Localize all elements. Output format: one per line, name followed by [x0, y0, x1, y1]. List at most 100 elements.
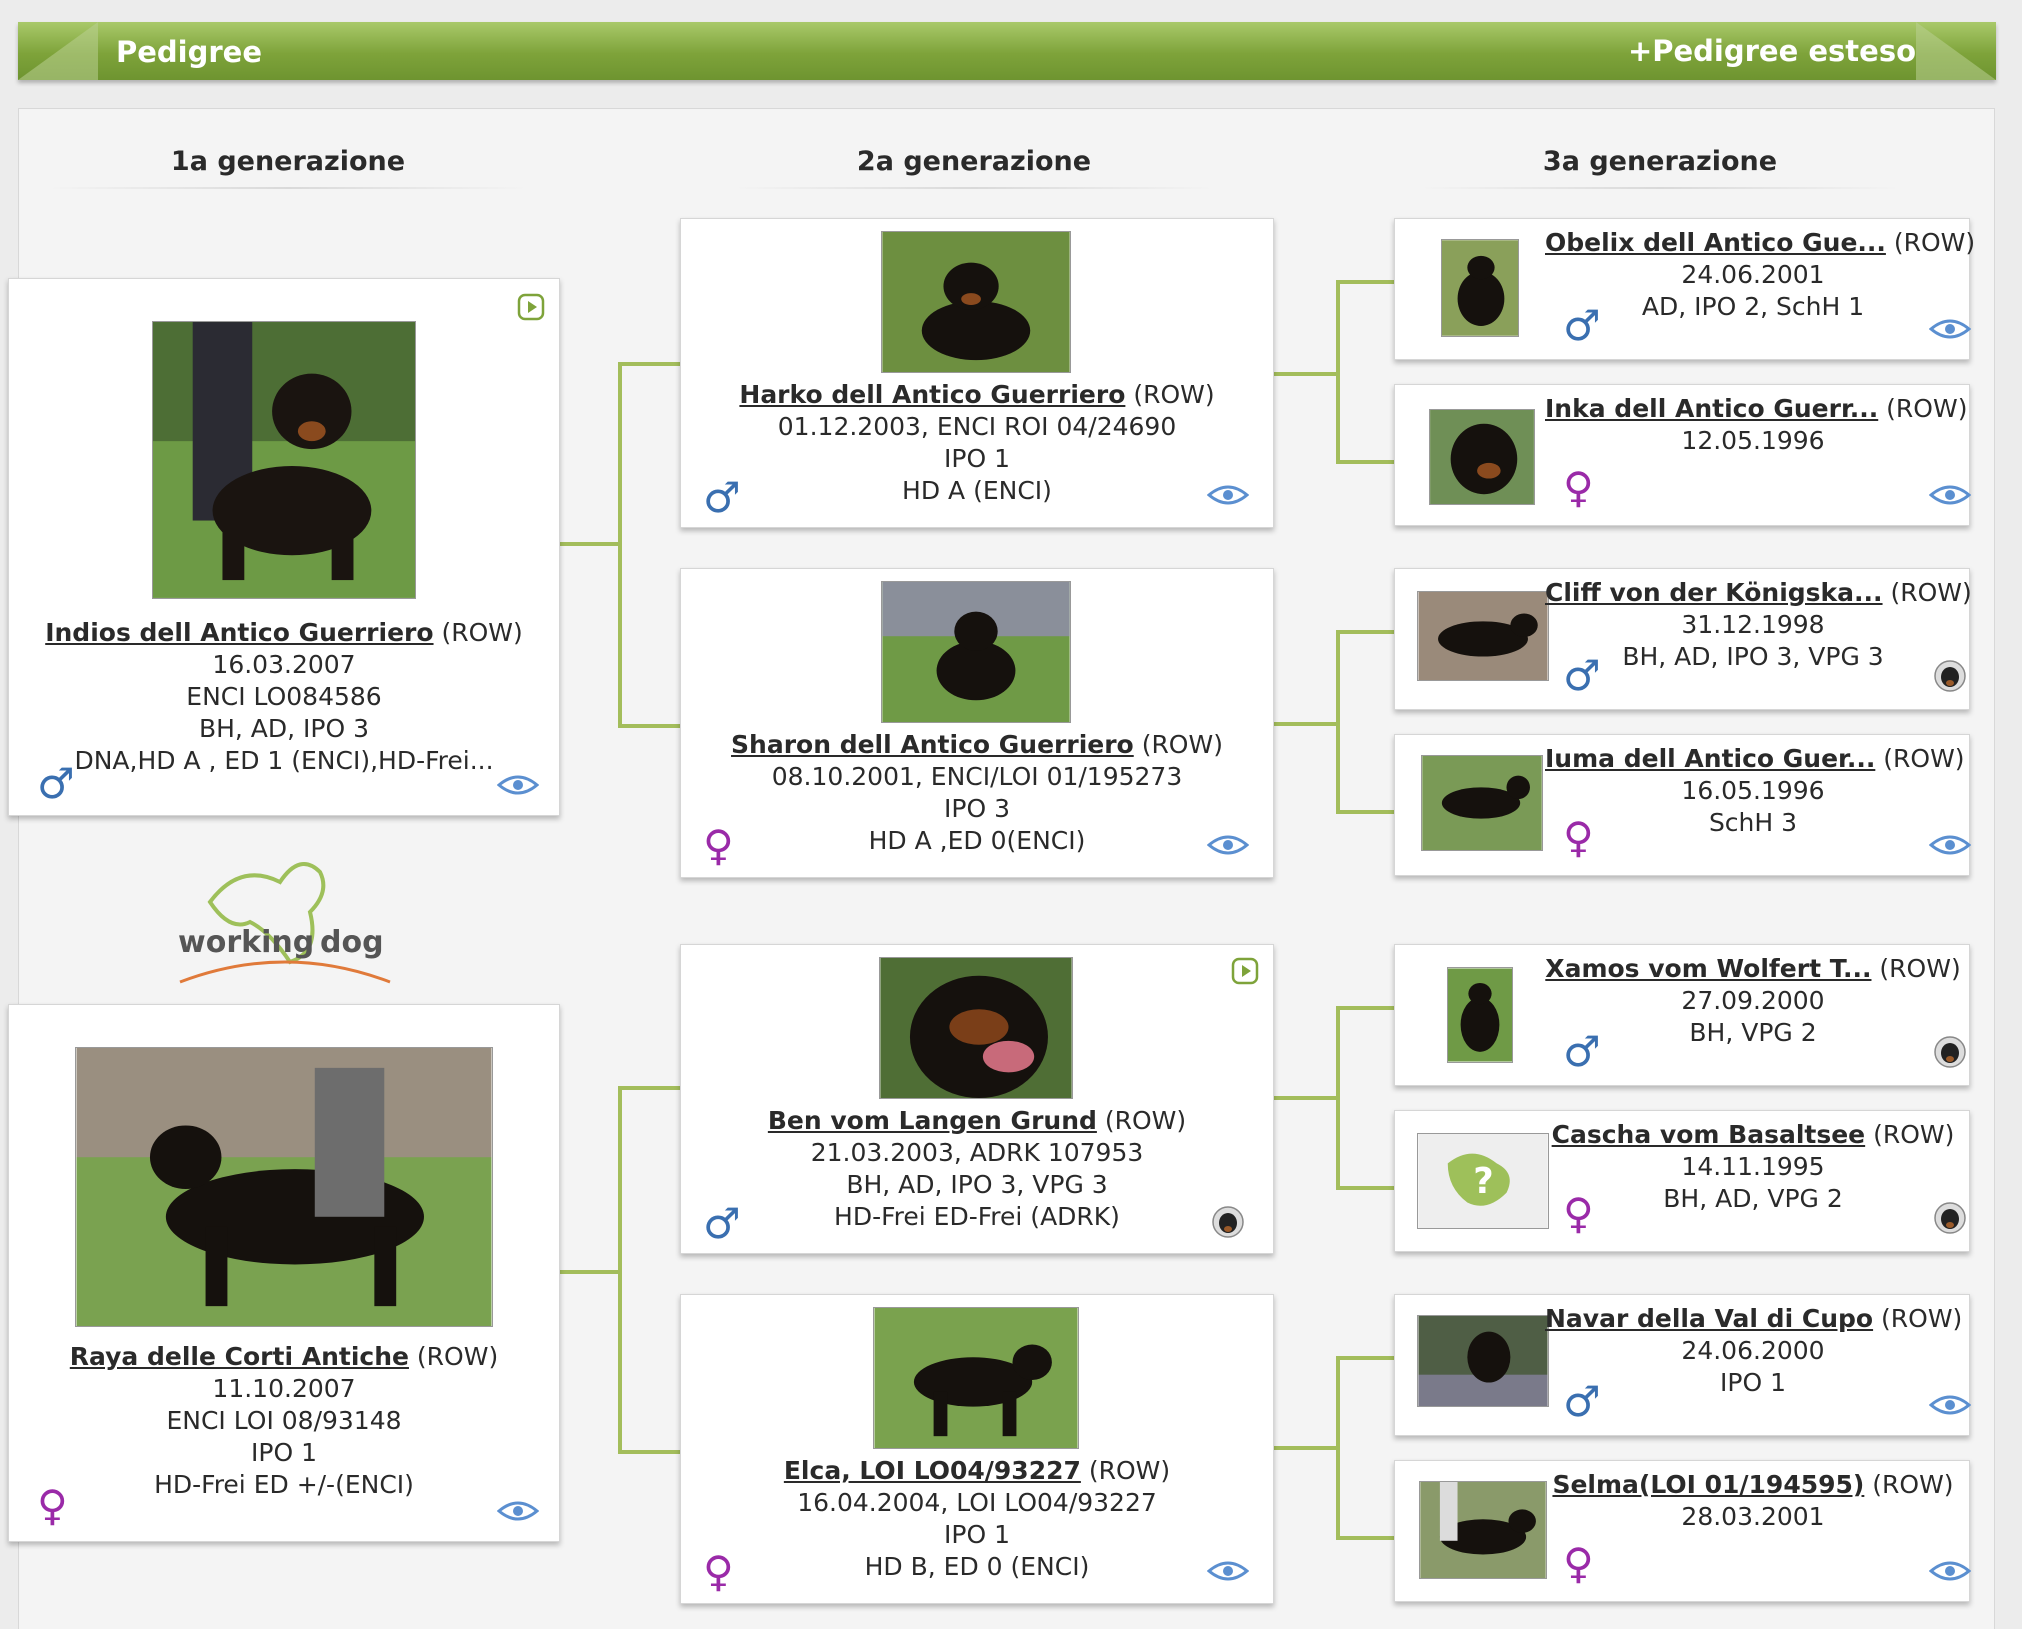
connector — [1336, 460, 1394, 464]
connector — [618, 1086, 680, 1090]
eye-icon[interactable] — [1929, 1393, 1971, 1417]
dog-name-link[interactable]: Xamos vom Wolfert T... — [1545, 954, 1871, 983]
female-icon: ♀ — [1563, 813, 1594, 862]
dog-info: Cliff von der Königska... (ROW) 31.12.19… — [1545, 578, 1972, 671]
dog-photo[interactable] — [1441, 239, 1519, 337]
dog-info: Xamos vom Wolfert T... (ROW) 27.09.2000 … — [1545, 954, 1961, 1047]
eye-icon[interactable] — [1929, 483, 1971, 507]
dog-photo[interactable] — [1417, 591, 1549, 681]
dog-card-gen3-5[interactable]: Xamos vom Wolfert T... (ROW) 27.09.2000 … — [1394, 944, 1970, 1086]
extended-pedigree-link[interactable]: +Pedigree esteso — [1628, 34, 1916, 68]
dog-name-link[interactable]: Sharon dell Antico Guerriero — [731, 730, 1134, 759]
dog-name-link[interactable]: Navar della Val di Cupo — [1545, 1304, 1873, 1333]
dog-name-link[interactable]: Elca, LOI LO04/93227 — [784, 1456, 1081, 1485]
connector — [1336, 1356, 1340, 1540]
dog-card-gen3-4[interactable]: Iuma dell Antico Guer... (ROW) 16.05.199… — [1394, 734, 1971, 876]
connector — [618, 724, 680, 728]
header-fold-left — [18, 22, 98, 80]
male-icon: ♂ — [1563, 1027, 1601, 1076]
connector — [1274, 1096, 1340, 1100]
eye-icon[interactable] — [497, 1499, 539, 1523]
female-icon: ♀ — [37, 1481, 68, 1530]
gen1-title: 1a generazione — [28, 146, 548, 189]
dog-photo[interactable] — [1417, 1315, 1549, 1407]
connector — [1336, 1536, 1394, 1540]
dog-card-gen2-3[interactable]: Ben vom Langen Grund (ROW) 21.03.2003, A… — [680, 944, 1274, 1254]
eye-icon[interactable] — [1207, 833, 1249, 857]
dog-info: Selma(LOI 01/194595) (ROW) 28.03.2001 — [1552, 1470, 1954, 1531]
eye-icon[interactable] — [1207, 483, 1249, 507]
dog-info: Raya delle Corti Antiche (ROW) 11.10.200… — [69, 1342, 499, 1499]
connector — [1336, 280, 1394, 284]
dog-card-gen1-sire[interactable]: Indios dell Antico Guerriero (ROW) 16.03… — [8, 278, 560, 816]
dog-photo[interactable] — [1419, 1481, 1547, 1579]
connector — [618, 1450, 680, 1454]
eye-icon[interactable] — [497, 773, 539, 797]
dog-photo[interactable] — [1447, 967, 1513, 1063]
dog-name-link[interactable]: Indios dell Antico Guerriero — [45, 618, 433, 647]
dog-photo[interactable] — [1421, 755, 1543, 851]
dog-photo[interactable] — [879, 957, 1073, 1099]
dog-name-link[interactable]: Raya delle Corti Antiche — [70, 1342, 409, 1371]
eye-icon[interactable] — [1929, 317, 1971, 341]
dog-info: Inka dell Antico Guerr... (ROW) 12.05.19… — [1545, 394, 1968, 455]
svg-text:dog: dog — [320, 925, 384, 960]
female-icon: ♀ — [1563, 1539, 1594, 1588]
dog-card-gen2-4[interactable]: Elca, LOI LO04/93227 (ROW) 16.04.2004, L… — [680, 1294, 1274, 1604]
dog-name-link[interactable]: Ben vom Langen Grund — [768, 1106, 1097, 1135]
dog-info: Harko dell Antico Guerriero (ROW) 01.12.… — [739, 380, 1215, 505]
dog-name-link[interactable]: Harko dell Antico Guerriero — [739, 380, 1125, 409]
connector — [1274, 372, 1340, 376]
dog-photo[interactable] — [881, 581, 1071, 723]
eye-icon[interactable] — [1929, 833, 1971, 857]
dog-info: Cascha vom Basaltsee (ROW) 14.11.1995 BH… — [1551, 1120, 1955, 1213]
dog-name-link[interactable]: Inka dell Antico Guerr... — [1545, 394, 1878, 423]
dog-card-gen1-dam[interactable]: Raya delle Corti Antiche (ROW) 11.10.200… — [8, 1004, 560, 1542]
dog-photo[interactable] — [75, 1047, 493, 1327]
rottweiler-icon[interactable] — [1933, 1035, 1967, 1069]
connector — [1274, 1446, 1340, 1450]
connector — [1336, 630, 1340, 814]
eye-icon[interactable] — [1207, 1559, 1249, 1583]
dog-photo[interactable] — [881, 231, 1071, 373]
dog-info: Iuma dell Antico Guer... (ROW) 16.05.199… — [1545, 744, 1965, 837]
male-icon: ♂ — [1563, 1377, 1601, 1426]
dog-card-gen3-1[interactable]: Obelix dell Antico Gue... (ROW) 24.06.20… — [1394, 218, 1976, 360]
svg-text:working: working — [178, 925, 314, 960]
female-icon: ♀ — [1563, 1189, 1594, 1238]
dog-card-gen2-1[interactable]: Harko dell Antico Guerriero (ROW) 01.12.… — [680, 218, 1274, 528]
dog-card-gen3-6[interactable]: ? Cascha vom Basaltsee (ROW) 14.11.1995 … — [1394, 1110, 1970, 1252]
dog-photo[interactable] — [1429, 409, 1535, 505]
rottweiler-icon[interactable] — [1933, 1201, 1967, 1235]
rottweiler-icon[interactable] — [1211, 1205, 1245, 1239]
dog-name-link[interactable]: Cliff von der Königska... — [1545, 578, 1883, 607]
dog-photo[interactable] — [152, 321, 416, 599]
rottweiler-icon[interactable] — [1933, 659, 1967, 693]
connector — [618, 362, 680, 366]
dog-name-link[interactable]: Obelix dell Antico Gue... — [1545, 228, 1886, 257]
female-icon: ♀ — [703, 1547, 734, 1596]
dog-info: Indios dell Antico Guerriero (ROW) 16.03… — [45, 618, 523, 775]
gen2-title: 2a generazione — [714, 146, 1234, 189]
dog-card-gen2-2[interactable]: Sharon dell Antico Guerriero (ROW) 08.10… — [680, 568, 1274, 878]
dog-info: Sharon dell Antico Guerriero (ROW) 08.10… — [731, 730, 1223, 855]
dog-name-link[interactable]: Selma(LOI 01/194595) — [1552, 1470, 1864, 1499]
dog-card-gen3-3[interactable]: Cliff von der Königska... (ROW) 31.12.19… — [1394, 568, 1972, 710]
dog-info: Elca, LOI LO04/93227 (ROW) 16.04.2004, L… — [783, 1456, 1171, 1581]
male-icon: ♂ — [1563, 301, 1601, 350]
eye-icon[interactable] — [1929, 1559, 1971, 1583]
no-photo-placeholder-icon[interactable]: ? — [1417, 1133, 1549, 1229]
video-play-icon[interactable] — [517, 293, 545, 321]
dog-card-gen3-8[interactable]: Selma(LOI 01/194595) (ROW) 28.03.2001 ♀ — [1394, 1460, 1971, 1602]
connector — [560, 542, 620, 546]
dog-photo[interactable] — [873, 1307, 1079, 1449]
connector — [1336, 280, 1340, 464]
dog-info: Obelix dell Antico Gue... (ROW) 24.06.20… — [1545, 228, 1976, 321]
connector — [618, 362, 622, 728]
dog-card-gen3-2[interactable]: Inka dell Antico Guerr... (ROW) 12.05.19… — [1394, 384, 1971, 526]
connector — [1336, 630, 1394, 634]
dog-name-link[interactable]: Cascha vom Basaltsee — [1552, 1120, 1866, 1149]
dog-card-gen3-7[interactable]: Navar della Val di Cupo (ROW) 24.06.2000… — [1394, 1294, 1971, 1436]
video-play-icon[interactable] — [1231, 957, 1259, 985]
dog-name-link[interactable]: Iuma dell Antico Guer... — [1545, 744, 1875, 773]
